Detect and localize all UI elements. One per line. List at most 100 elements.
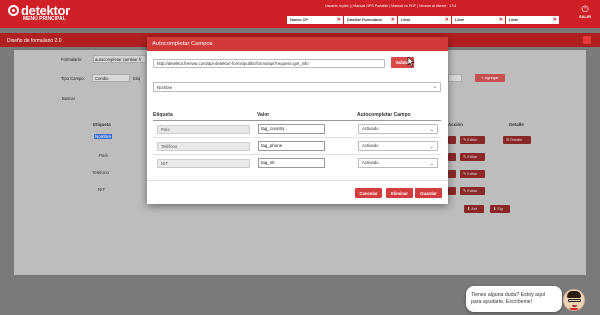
chevron-down-icon: ⌄ (432, 84, 437, 90)
close-icon[interactable]: ✕ (553, 16, 557, 24)
edit-button[interactable] (448, 187, 456, 195)
col-etiqueta: Etiqueta (93, 122, 111, 127)
api-url-input[interactable] (153, 59, 385, 68)
logo-icon (8, 5, 19, 16)
field-select-value: Nombre (157, 85, 173, 90)
edit-icon: ✎ (463, 138, 467, 142)
detail-button[interactable]: ☰Detalle (503, 136, 531, 144)
tab-label: Libre (509, 18, 519, 22)
delete-button[interactable]: Eliminar (386, 188, 413, 198)
arrow-down-icon: ⬇ (493, 207, 497, 211)
detail-icon: ☰ (506, 138, 510, 142)
app-root: detektor MENÚ PRINCIPAL Usuario: inyiec … (0, 0, 600, 315)
etiqueta-field: Teléfono (157, 142, 250, 151)
edit-icon: ✎ (463, 189, 467, 193)
autocomplete-modal: Autocompletar Campos Validar Nombre ⌄ Et… (147, 37, 448, 204)
field-type-select[interactable]: Combo (92, 74, 130, 82)
chevron-down-icon: ⌄ (429, 161, 434, 167)
tab-label: Nuevo CP (290, 18, 308, 22)
edit-button[interactable] (448, 153, 456, 161)
arrow-up-icon: ⬆ (467, 207, 471, 211)
edit-label: Editar (467, 189, 478, 193)
prev-label: Ant (471, 207, 477, 211)
edit-button[interactable]: ✎Editar (460, 170, 485, 178)
save-button[interactable]: Guardar (415, 188, 442, 198)
next-page-button[interactable]: ⬇Sig (490, 205, 510, 213)
tab-libre-2[interactable]: Libre ✕ (452, 16, 505, 24)
valor-input[interactable]: tag_phone (258, 141, 325, 151)
edit-button[interactable] (448, 170, 456, 178)
close-icon[interactable]: ✕ (499, 16, 503, 24)
form-select[interactable]: autocompletar cambiar fi (93, 55, 146, 63)
power-icon: ⏻ (581, 4, 589, 14)
autocomplete-select[interactable]: Activado ⌄ (358, 141, 438, 151)
etiqueta-field: País (157, 125, 250, 134)
chat-bubble[interactable]: Tienes alguna duda? Estoy aquí para ayud… (466, 286, 562, 312)
field-select[interactable]: Nombre ⌄ (153, 82, 441, 92)
edit-label: Editar (467, 155, 478, 159)
table-header-divider (153, 120, 441, 121)
autocomplete-select-value: Activado (362, 143, 379, 148)
tab-disenar-formulario[interactable]: Diseñar Formulario ✕ (344, 16, 397, 24)
col-autocompletar: Autocompletar Campo (357, 112, 411, 118)
edit-button[interactable]: ✎Editar (460, 187, 485, 195)
mouse-cursor-icon (407, 57, 415, 67)
next-label: Sig (497, 207, 503, 211)
modal-footer-divider (147, 180, 448, 181)
edit-button[interactable]: ✎Editar (460, 136, 485, 144)
list-item[interactable]: País (99, 153, 108, 158)
col-detalle: Detalle (509, 122, 524, 127)
tab-libre-1[interactable]: Libre ✕ (398, 16, 451, 24)
tab-nuevo-cp[interactable]: Nuevo CP ✕ (287, 16, 343, 24)
tab-label: Libre (455, 18, 465, 22)
edit-button[interactable]: ✎Editar (460, 153, 485, 161)
add-button[interactable]: + Agregar (475, 74, 505, 82)
edit-label: Editar (467, 138, 478, 142)
exit-label: SALIR (579, 14, 591, 19)
tab-label: Diseñar Formulario (347, 18, 382, 22)
tab-label: Libre (401, 18, 411, 22)
chevron-down-icon: ⌄ (429, 127, 434, 133)
close-icon[interactable]: ✕ (391, 16, 395, 24)
etiqueta-field: NIT (157, 159, 250, 168)
list-item[interactable]: Teléfono (92, 170, 109, 175)
tab-libre-3[interactable]: Libre ✕ (506, 16, 559, 24)
field-type-value: Combo (95, 76, 109, 81)
close-icon[interactable]: ✕ (445, 16, 449, 24)
close-icon[interactable]: ✕ (337, 16, 341, 24)
row-divider (153, 137, 441, 138)
valor-input[interactable]: tag_nit (258, 158, 325, 168)
collapse-button[interactable] (583, 36, 591, 44)
exit-button[interactable]: ⏻ SALIR (576, 4, 594, 19)
chat-message: Tienes alguna duda? Estoy aquí para ayud… (471, 292, 546, 305)
edit-label: Editar (467, 172, 478, 176)
modal-title: Autocompletar Campos (152, 41, 213, 47)
autocomplete-select-value: Activado (362, 126, 379, 131)
top-header: detektor MENÚ PRINCIPAL Usuario: inyiec … (0, 0, 600, 28)
col-valor: Valor (257, 112, 270, 118)
page-title: Diseño de formulario 2.0 (7, 38, 62, 44)
cancel-button[interactable]: Cancelar (355, 188, 382, 198)
search-label: Buscar (62, 96, 76, 101)
col-etiqueta: Etiqueta (153, 112, 173, 118)
form-label: Formulario: (61, 57, 83, 62)
list-item[interactable]: Nombre (94, 134, 113, 139)
field-type-label: Tipo Campo: (61, 76, 85, 81)
edit-button[interactable] (448, 136, 456, 144)
form-select-value: autocompletar cambiar fi (95, 57, 141, 62)
user-info-links[interactable]: Usuario: inyiec | | Manual GPS Portable … (325, 4, 456, 8)
chat-avatar[interactable] (563, 289, 585, 311)
chevron-down-icon: ⌄ (429, 144, 434, 150)
autocomplete-select[interactable]: Activado ⌄ (358, 124, 438, 134)
etiq-label: Etiq (133, 76, 141, 81)
autocomplete-select[interactable]: Activado ⌄ (358, 158, 438, 168)
list-item[interactable]: NIT (98, 187, 105, 192)
detail-label: Detalle (510, 138, 523, 142)
partial-input[interactable] (448, 74, 462, 82)
modal-header: Autocompletar Campos (147, 37, 448, 51)
main-menu-label: MENÚ PRINCIPAL (23, 16, 66, 22)
prev-page-button[interactable]: ⬆Ant (464, 205, 484, 213)
row-divider (153, 154, 441, 155)
valor-input[interactable]: tag_country (258, 124, 325, 134)
edit-icon: ✎ (463, 155, 467, 159)
